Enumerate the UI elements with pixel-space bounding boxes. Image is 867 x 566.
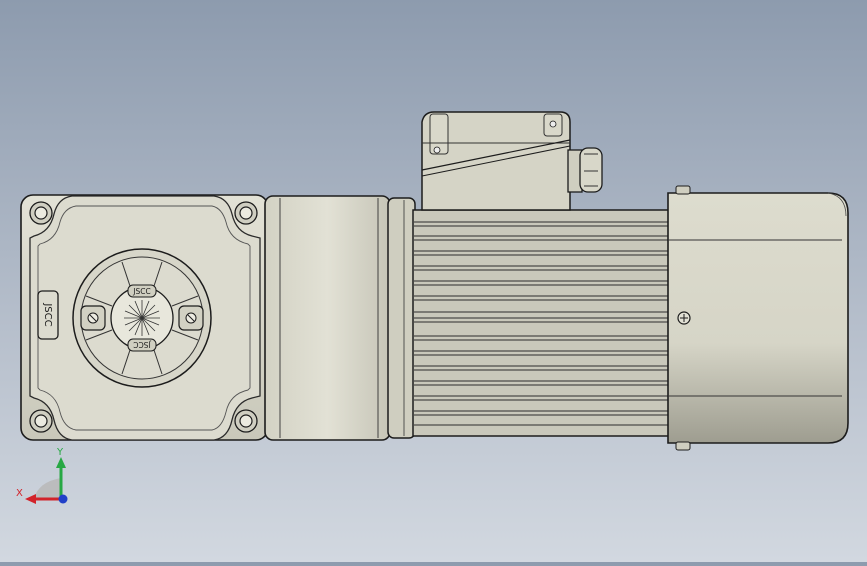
- cover-label-top: JSCC: [132, 287, 150, 296]
- triad-z-axis-icon: [58, 494, 68, 504]
- output-shaft-cover: JSCC JSCC: [72, 248, 212, 388]
- triad-y-label: Y: [56, 447, 64, 458]
- terminal-screw-icon: [433, 146, 441, 154]
- flange-bolt-hole-bottom-left: [29, 409, 53, 433]
- motor-finned-body: [412, 209, 672, 437]
- flange-bolt-hole-bottom-right: [234, 409, 258, 433]
- nameplate-text: JSCC: [42, 302, 53, 326]
- triad-y-arrow-icon: [56, 457, 66, 468]
- triad-x-label: X: [16, 488, 23, 499]
- orientation-triad[interactable]: Y X: [16, 447, 68, 504]
- cable-gland: [567, 147, 603, 193]
- gearbox-body: [264, 195, 391, 441]
- cad-viewport[interactable]: JSCC JSCC JSCC Y X: [0, 0, 867, 562]
- fan-cover: [667, 185, 849, 451]
- terminal-box: [421, 111, 571, 211]
- nameplate: JSCC: [37, 290, 59, 340]
- flange-bolt-hole-top-left: [29, 201, 53, 225]
- adapter-ring: [387, 197, 416, 439]
- terminal-screw-icon: [549, 120, 557, 128]
- triad-x-arrow-icon: [25, 494, 36, 504]
- flange-bolt-hole-top-right: [234, 201, 258, 225]
- cover-label-bottom: JSCC: [133, 340, 151, 349]
